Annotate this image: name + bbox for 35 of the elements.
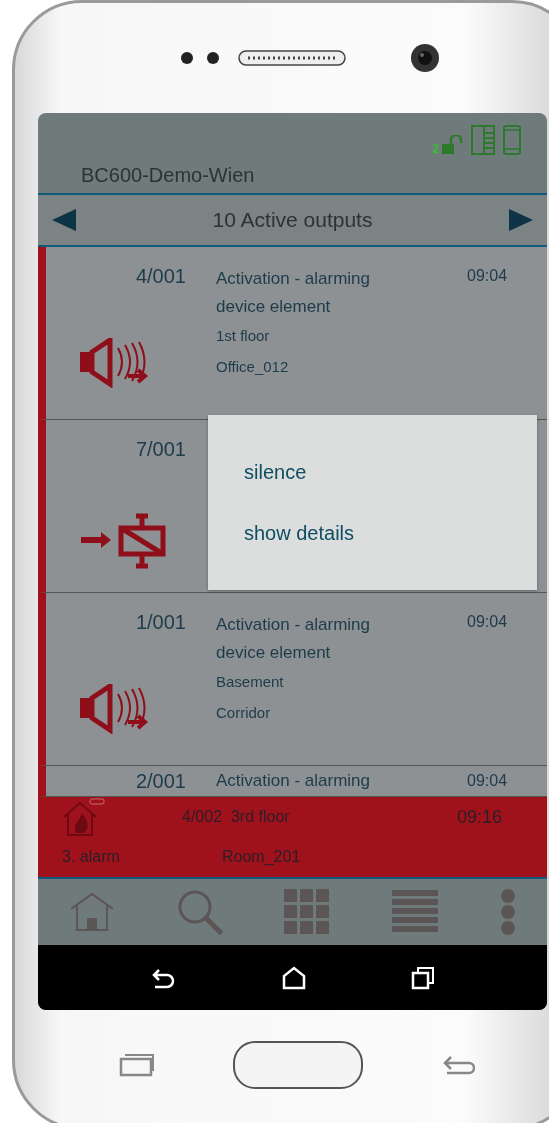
- house-fire-icon: [62, 797, 106, 837]
- next-arrow-icon[interactable]: [509, 209, 533, 231]
- output-time: 09:04: [467, 612, 509, 631]
- speaker-grille-icon: [238, 50, 346, 66]
- lock-count: 2: [432, 143, 439, 155]
- alarm-label: 3. alarm: [62, 848, 121, 866]
- output-number: 7/001: [135, 438, 186, 461]
- alarm-time: 09:16: [457, 806, 504, 828]
- alarm-location: 4/002 3rd floor: [182, 808, 291, 826]
- menu-item[interactable]: silence: [244, 460, 307, 484]
- alarm-room: Room_201: [221, 848, 302, 866]
- output-floor: Basement: [216, 673, 285, 690]
- output-room: Office_012: [216, 358, 290, 375]
- camera-icon: [410, 43, 440, 73]
- previous-arrow-icon[interactable]: [52, 209, 76, 231]
- output-number: 2/001: [135, 770, 186, 793]
- output-time: 09:04: [467, 266, 509, 285]
- app-title: BC600-Demo-Wien: [81, 164, 255, 187]
- list-heading: 10 Active outputs: [212, 208, 373, 232]
- output-description: Activation - alarming: [216, 770, 371, 792]
- output-description: Activation - alarming device element: [216, 614, 371, 664]
- sensor-dots-icon: [180, 51, 220, 65]
- back-icon[interactable]: [150, 966, 177, 989]
- home-button[interactable]: [233, 1041, 363, 1089]
- output-number: 1/001: [135, 611, 186, 634]
- output-floor: 1st floor: [216, 327, 271, 344]
- output-room: Corridor: [216, 704, 272, 721]
- output-time: 09:04: [467, 771, 509, 790]
- unlocked-padlock-icon: [441, 135, 463, 155]
- menu-item[interactable]: show details: [244, 521, 355, 545]
- recent-apps-icon[interactable]: [410, 965, 435, 990]
- control-panel-icon: [471, 125, 495, 155]
- output-number: 4/001: [135, 265, 186, 288]
- smartphone-icon: [503, 125, 521, 155]
- output-description: Activation - alarming device element: [216, 268, 371, 318]
